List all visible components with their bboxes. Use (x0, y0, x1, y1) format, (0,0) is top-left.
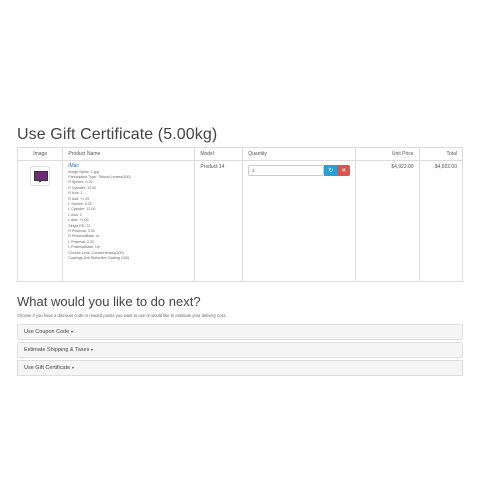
column-header-unit-price: Unit Price (355, 147, 420, 161)
column-header-quantity: Quantity (242, 147, 357, 161)
monitor-icon (34, 171, 49, 181)
cart-table: Image Product Name Model Quantity Unit P… (16, 147, 464, 282)
product-thumbnail[interactable] (30, 166, 51, 186)
column-header-model: Model (194, 147, 244, 161)
update-quantity-button[interactable]: ↻ (324, 165, 338, 176)
quantity-input[interactable]: 1 (248, 165, 325, 176)
product-model-cell: Product 14 (194, 160, 244, 282)
refresh-icon: ↻ (328, 168, 334, 174)
gift-certificate-panel[interactable]: Use Gift Certificate (17, 360, 463, 376)
table-header-row: Image Product Name Model Quantity Unit P… (16, 147, 464, 161)
caret-down-icon (90, 348, 93, 351)
caret-down-icon (70, 330, 73, 333)
column-header-total: Total (418, 147, 464, 161)
column-header-image: Image (16, 147, 64, 161)
caret-down-icon (71, 366, 74, 369)
next-steps-description: Choose if you have a discount code or re… (17, 313, 227, 318)
product-image-cell (16, 160, 64, 282)
total-cell: $4,922.00 (418, 160, 464, 282)
gift-certificate-label: Use Gift Certificate (24, 365, 71, 371)
product-option-line: Coatings:Anti Reflective Coating (150) (68, 256, 130, 260)
quantity-cell: 1 ↻ ✕ (242, 160, 357, 282)
estimate-shipping-label: Estimate Shipping & Taxes (24, 347, 90, 353)
column-header-product-name: Product Name (62, 147, 196, 161)
remove-item-button[interactable]: ✕ (337, 165, 351, 176)
quantity-group: 1 ↻ ✕ (248, 165, 351, 176)
next-steps-title: What would you like to do next? (17, 294, 201, 309)
unit-price-cell: $4,922.00 (355, 160, 420, 282)
product-options-list: Image Name: 1.jpg Prescription Type: Trif… (68, 170, 189, 262)
product-name-cell: iMac Image Name: 1.jpg Prescription Type:… (62, 160, 196, 282)
estimate-shipping-panel[interactable]: Estimate Shipping & Taxes (17, 342, 463, 358)
page-title: Use Gift Certificate (5.00kg) (17, 126, 218, 143)
coupon-code-panel[interactable]: Use Coupon Code (17, 324, 463, 340)
table-row: iMac Image Name: 1.jpg Prescription Type:… (16, 160, 464, 282)
close-icon: ✕ (341, 168, 347, 174)
coupon-code-label: Use Coupon Code (24, 329, 70, 335)
